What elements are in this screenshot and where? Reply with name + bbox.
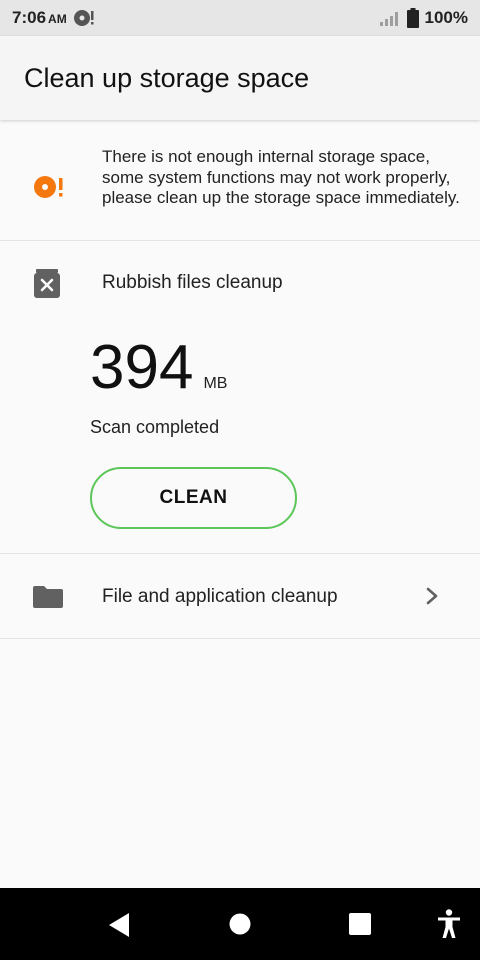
file-application-cleanup-item[interactable]: File and application cleanup	[0, 554, 480, 639]
folder-icon	[33, 586, 63, 608]
warning-message: There is not enough internal storage spa…	[102, 147, 460, 207]
trash-icon	[34, 269, 60, 298]
rubbish-size: 394 MB	[90, 337, 227, 399]
debug-icon	[73, 10, 94, 26]
accessibility-icon[interactable]	[437, 909, 461, 939]
battery-icon	[406, 8, 419, 28]
rubbish-size-unit: MB	[203, 375, 228, 392]
rubbish-size-value: 394	[90, 333, 194, 402]
status-time: 7:06 AM	[12, 8, 67, 27]
signal-icon	[379, 12, 398, 26]
page-title: Clean up storage space	[24, 62, 310, 93]
warning-icon	[34, 176, 63, 198]
storage-warning: There is not enough internal storage spa…	[0, 121, 480, 241]
status-bar: 7:06 AM 100%	[0, 0, 480, 36]
app-bar: Clean up storage space	[0, 36, 480, 120]
file-cleanup-label: File and application cleanup	[102, 586, 338, 607]
home-icon[interactable]	[229, 913, 251, 935]
battery-percentage: 100%	[424, 8, 468, 27]
recents-icon[interactable]	[349, 913, 371, 935]
clean-button[interactable]: CLEAN	[90, 467, 297, 529]
rubbish-cleanup-section: Rubbish files cleanup 394 MB Scan comple…	[0, 241, 480, 554]
scan-status: Scan completed	[90, 417, 220, 437]
back-icon[interactable]	[107, 912, 131, 938]
chevron-right-icon	[426, 587, 438, 605]
navigation-bar	[0, 888, 480, 960]
rubbish-files-label: Rubbish files cleanup	[102, 272, 283, 293]
